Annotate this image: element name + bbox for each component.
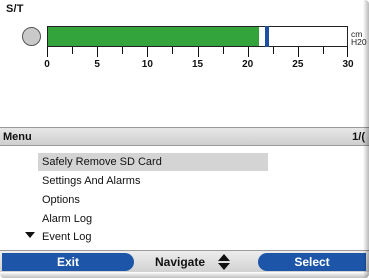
- tick-label: 30: [342, 59, 354, 70]
- major-tick: [97, 47, 99, 57]
- menu-item-alarm-log[interactable]: Alarm Log: [38, 210, 268, 228]
- up-down-arrows-icon: [218, 254, 230, 270]
- exit-button[interactable]: Exit: [2, 253, 134, 271]
- menu-header: Menu 1/(: [0, 127, 369, 146]
- minor-tick: [172, 47, 174, 54]
- major-tick: [297, 47, 299, 57]
- menu-item-options[interactable]: Options: [38, 191, 268, 209]
- menu-title: Menu: [3, 131, 32, 143]
- down-arrow-icon: [218, 263, 230, 270]
- minor-tick: [322, 47, 324, 54]
- minor-tick: [272, 47, 274, 54]
- menu-item-settings-and-alarms[interactable]: Settings And Alarms: [38, 172, 268, 190]
- tick-label: 15: [191, 59, 204, 70]
- softkey-bar: Exit Navigate Select: [0, 250, 369, 272]
- major-tick: [247, 47, 249, 57]
- major-tick: [197, 47, 199, 57]
- navigate-label: Navigate: [155, 255, 206, 269]
- minor-tick: [122, 47, 124, 54]
- select-button[interactable]: Select: [258, 253, 366, 271]
- screen-edge-shade: [363, 0, 369, 278]
- pressure-bar-fill: [48, 27, 259, 46]
- tick-label: 10: [141, 59, 153, 70]
- up-arrow-icon: [218, 254, 230, 261]
- tick-label: 0: [44, 59, 50, 70]
- menu-item-event-log[interactable]: Event Log: [38, 228, 268, 246]
- menu-item-safely-remove-sd-card[interactable]: Safely Remove SD Card: [38, 153, 268, 171]
- tick-label: 25: [292, 59, 304, 70]
- pressure-bar: [47, 26, 348, 47]
- minor-tick: [72, 47, 74, 54]
- tick-label: 20: [242, 59, 254, 70]
- scroll-down-icon: [25, 232, 35, 238]
- pressure-ticks: [47, 47, 348, 57]
- pressure-marker: [264, 26, 269, 47]
- breath-indicator-icon: [22, 27, 41, 46]
- major-tick: [147, 47, 149, 57]
- screen-edge-shade-bottom: [0, 272, 369, 278]
- mode-label: S/T: [6, 3, 24, 15]
- device-screen: S/T 0 5 10 15 20 25 30 cm H20 Menu 1/( Safely …: [0, 0, 369, 278]
- major-tick: [47, 47, 48, 57]
- tick-label: 5: [94, 59, 100, 70]
- major-tick: [347, 47, 348, 57]
- minor-tick: [222, 47, 224, 54]
